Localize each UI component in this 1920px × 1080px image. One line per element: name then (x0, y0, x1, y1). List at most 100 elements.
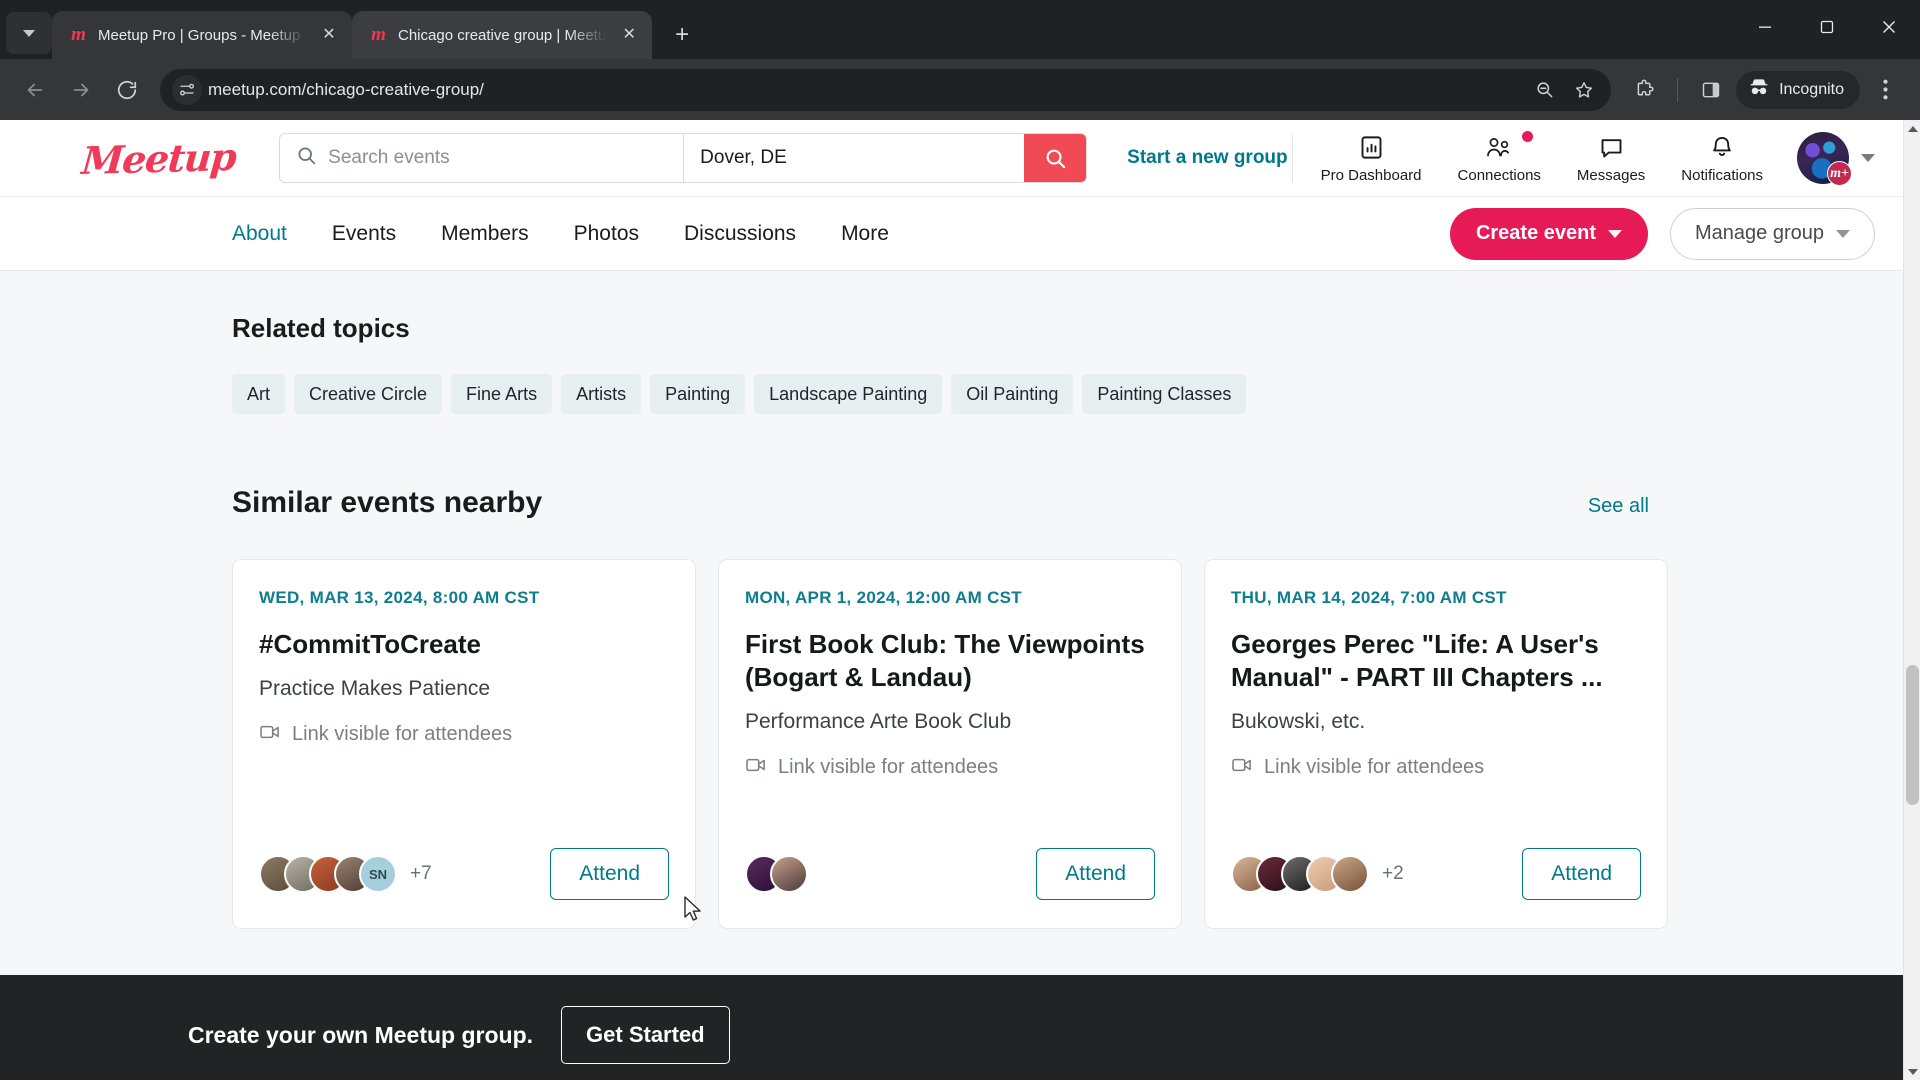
address-bar[interactable]: meetup.com/chicago-creative-group/ (160, 68, 1612, 111)
nav-notifications-label: Notifications (1681, 167, 1763, 185)
topic-chip[interactable]: Oil Painting (951, 374, 1074, 415)
connections-badge (1521, 131, 1533, 143)
tab-about[interactable]: About (232, 222, 317, 246)
manage-group-button[interactable]: Manage group (1670, 207, 1875, 260)
maximize-button[interactable] (1796, 0, 1858, 54)
manage-group-label: Manage group (1695, 222, 1824, 245)
tab-search-button[interactable] (6, 12, 52, 55)
event-card-footer: Attend (745, 822, 1155, 928)
topic-chip[interactable]: Landscape Painting (754, 374, 943, 415)
topic-chip[interactable]: Painting Classes (1082, 374, 1247, 415)
meetup-logo[interactable]: Meetup (80, 134, 237, 183)
side-panel-icon[interactable] (1690, 69, 1732, 111)
event-link-note: Link visible for attendees (1231, 756, 1641, 780)
video-camera-icon (1231, 756, 1253, 780)
attendee-avatars (1231, 855, 1369, 894)
nav-messages-label: Messages (1576, 167, 1646, 185)
see-all-link[interactable]: See all (1588, 495, 1649, 518)
scroll-down-button[interactable] (1904, 1063, 1920, 1080)
nav-pro-dashboard-label: Pro Dashboard (1320, 167, 1422, 185)
event-date: MON, APR 1, 2024, 12:00 AM CST (745, 588, 1022, 608)
chevron-down-icon (1836, 229, 1850, 238)
incognito-icon (1748, 77, 1770, 102)
event-link-note-label: Link visible for attendees (778, 756, 999, 779)
nav-notifications[interactable]: Notifications (1681, 132, 1763, 184)
create-event-label: Create event (1475, 222, 1597, 245)
event-title[interactable]: Georges Perec "Life: A User's Manual" - … (1231, 628, 1641, 694)
profile-chevron-down-icon[interactable] (1861, 154, 1875, 163)
get-started-button[interactable]: Get Started (561, 1006, 730, 1065)
browser-toolbar: meetup.com/chicago-creative-group/ Incog… (0, 59, 1920, 121)
tab-discussions[interactable]: Discussions (684, 222, 826, 246)
topic-chip[interactable]: Creative Circle (294, 374, 443, 415)
meetup-favicon-icon: m (71, 24, 86, 46)
search-events-field[interactable] (280, 134, 685, 183)
back-button[interactable] (14, 69, 56, 111)
topic-chip[interactable]: Fine Arts (451, 374, 553, 415)
event-group-name: Bukowski, etc. (1231, 709, 1366, 733)
scroll-up-button[interactable] (1904, 120, 1920, 137)
group-actions: Create event Manage group (1449, 207, 1875, 260)
event-card[interactable]: THU, MAR 14, 2024, 7:00 AM CST Georges P… (1204, 559, 1668, 930)
chrome-menu-icon[interactable] (1864, 69, 1906, 111)
attend-button[interactable]: Attend (1036, 848, 1155, 901)
topic-chip[interactable]: Art (232, 374, 286, 415)
nav-messages[interactable]: Messages (1577, 132, 1645, 184)
browser-tab-1-close-icon[interactable]: ✕ (316, 22, 342, 48)
scrollbar-thumb[interactable] (1906, 665, 1919, 806)
window-controls (1734, 0, 1920, 54)
attendee-avatars: SN (259, 855, 397, 894)
event-link-note-label: Link visible for attendees (292, 723, 513, 746)
profile-menu[interactable]: m+ (1797, 132, 1875, 187)
site-settings-icon[interactable] (172, 74, 202, 105)
chevron-down-icon (23, 29, 35, 37)
incognito-indicator[interactable]: Incognito (1736, 70, 1860, 109)
minimize-button[interactable] (1734, 0, 1796, 54)
browser-tab-2[interactable]: m Chicago creative group | Meetu ✕ (352, 11, 653, 60)
attendee-extra-count: +7 (410, 863, 432, 885)
forward-button[interactable] (60, 69, 102, 111)
header-divider (1291, 134, 1293, 183)
search-input[interactable] (328, 147, 668, 170)
event-card[interactable]: WED, MAR 13, 2024, 8:00 AM CST #CommitTo… (232, 559, 696, 930)
search-submit-button[interactable] (1024, 134, 1087, 183)
location-field[interactable] (684, 134, 1024, 182)
event-card-footer: SN +7 Attend (259, 822, 669, 928)
close-window-button[interactable] (1858, 0, 1920, 54)
zoom-out-icon[interactable] (1525, 71, 1563, 109)
start-a-new-group-link[interactable]: Start a new group (1127, 147, 1287, 169)
browser-window: m Meetup Pro | Groups - Meetup ✕ m Chica… (0, 0, 1920, 1080)
tab-photos[interactable]: Photos (574, 222, 669, 246)
avatar[interactable]: m+ (1797, 132, 1852, 187)
chat-icon (1598, 132, 1625, 162)
page-scrollbar[interactable] (1903, 120, 1920, 1080)
extensions-icon[interactable] (1623, 69, 1665, 111)
attend-button[interactable]: Attend (550, 848, 669, 901)
browser-tab-2-close-icon[interactable]: ✕ (616, 22, 642, 48)
attend-button[interactable]: Attend (1522, 848, 1641, 901)
tab-more[interactable]: More (841, 222, 919, 246)
reload-button[interactable] (106, 69, 148, 111)
video-camera-icon (745, 756, 767, 780)
location-input[interactable] (700, 147, 1009, 170)
create-group-footer: Create your own Meetup group. Get Starte… (0, 975, 1903, 1080)
nav-connections[interactable]: Connections (1458, 131, 1541, 184)
chart-icon (1358, 132, 1385, 162)
omnibox-actions (1525, 71, 1603, 109)
main-content: Related topics Art Creative Circle Fine … (0, 271, 1903, 1080)
bookmark-star-icon[interactable] (1565, 71, 1603, 109)
group-tabs: About Events Members Photos Discussions … (232, 222, 934, 246)
event-title[interactable]: #CommitToCreate (259, 628, 669, 661)
new-tab-button[interactable]: + (662, 15, 702, 55)
topic-chip[interactable]: Artists (561, 374, 642, 415)
header-nav: Pro Dashboard Connections Messages Notif… (1321, 131, 1763, 184)
tab-events[interactable]: Events (332, 222, 426, 246)
event-card[interactable]: MON, APR 1, 2024, 12:00 AM CST First Boo… (718, 559, 1182, 930)
topic-chip[interactable]: Painting (650, 374, 746, 415)
nav-pro-dashboard[interactable]: Pro Dashboard (1321, 132, 1422, 184)
event-title[interactable]: First Book Club: The Viewpoints (Bogart … (745, 628, 1155, 694)
attendee-avatar (770, 855, 808, 894)
browser-tab-1[interactable]: m Meetup Pro | Groups - Meetup ✕ (52, 11, 352, 60)
create-event-button[interactable]: Create event (1449, 207, 1649, 260)
tab-members[interactable]: Members (441, 222, 559, 246)
